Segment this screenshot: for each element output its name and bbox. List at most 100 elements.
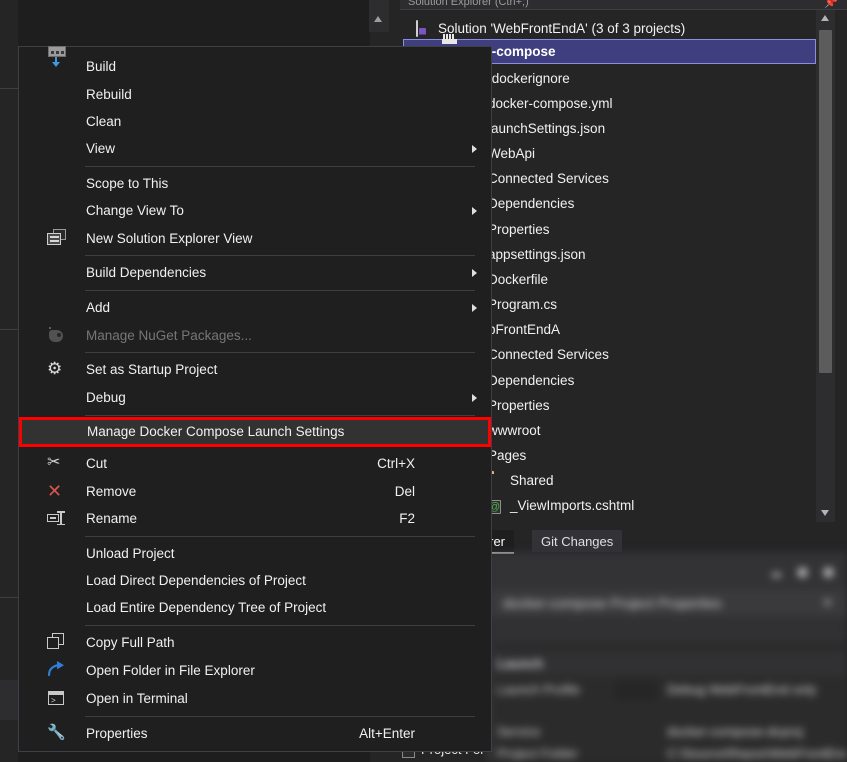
menu-item-debug[interactable]: Debug xyxy=(20,385,491,411)
menu-item-build[interactable]: Build xyxy=(20,54,491,80)
menu-item-shortcut: F2 xyxy=(399,510,415,528)
menu-item-properties[interactable]: 🔧 Properties Alt+Enter xyxy=(20,721,491,747)
solution-explorer-header: Solution Explorer (Ctrl+;) 📌 xyxy=(400,0,847,9)
menu-item-label: Build xyxy=(86,58,116,76)
menu-item-shortcut: Alt+Enter xyxy=(359,725,415,743)
tree-item-label: WebApi xyxy=(488,147,535,161)
tree-item-label: Dependencies xyxy=(488,197,574,211)
menu-item-change-view-to[interactable]: Change View To xyxy=(20,198,491,224)
project-context-menu[interactable]: Build Rebuild Clean View Scope to This C… xyxy=(18,46,492,752)
menu-item-scope-to-this[interactable]: Scope to This xyxy=(20,171,491,197)
properties-row-service[interactable]: Service docker-compose-dcproj xyxy=(487,722,847,744)
menu-item-new-solution-explorer-view[interactable]: New Solution Explorer View xyxy=(20,226,491,252)
menu-item-label: Rebuild xyxy=(86,86,132,104)
build-icon xyxy=(47,57,67,77)
menu-item-label: Scope to This xyxy=(86,175,168,193)
properties-row-value: docker-compose-dcproj xyxy=(667,724,803,739)
chevron-right-icon xyxy=(472,145,477,153)
scroll-up-arrow-icon[interactable] xyxy=(816,10,835,27)
menu-item-label: View xyxy=(86,140,115,158)
menu-item-build-dependencies[interactable]: Build Dependencies xyxy=(20,260,491,286)
tree-item-label: Pages xyxy=(488,449,526,463)
menu-item-label: Add xyxy=(86,299,110,317)
tree-item-properties-2[interactable]: Properties xyxy=(488,393,847,418)
menu-item-label: Open Folder in File Explorer xyxy=(86,662,255,680)
menu-separator xyxy=(85,536,475,537)
menu-item-copy-full-path[interactable]: Copy Full Path xyxy=(20,630,491,656)
tree-item-webapi[interactable]: WebApi xyxy=(488,141,847,166)
wrench-icon: 🔧 xyxy=(47,724,67,744)
maximize-icon[interactable] xyxy=(798,568,807,577)
close-icon[interactable] xyxy=(824,568,833,577)
tree-item-bfrontenda[interactable]: bFrontEndA xyxy=(488,317,847,342)
tree-item-appsettings-json[interactable]: appsettings.json xyxy=(488,242,847,267)
menu-item-rebuild[interactable]: Rebuild xyxy=(20,82,491,108)
properties-row-launch-profile[interactable]: Launch Profile Debug WebFrontEnd only xyxy=(487,680,847,702)
menu-item-label: Manage NuGet Packages... xyxy=(86,327,252,345)
menu-item-label: Load Direct Dependencies of Project xyxy=(86,572,306,590)
menu-item-manage-docker-compose-launch-settings[interactable]: Manage Docker Compose Launch Settings xyxy=(21,419,489,445)
menu-item-clean[interactable]: Clean xyxy=(20,109,491,135)
menu-item-shortcut: Del xyxy=(395,483,415,501)
tree-item-label: appsettings.json xyxy=(488,248,586,262)
menu-separator xyxy=(85,166,475,167)
tree-item-docker-compose-yml[interactable]: docker-compose.yml xyxy=(488,91,847,116)
tree-item-dockerfile[interactable]: Dockerfile xyxy=(488,267,847,292)
tree-item-connected-services-2[interactable]: Connected Services xyxy=(488,342,847,367)
menu-separator xyxy=(85,352,475,353)
menu-item-cut[interactable]: ✂ Cut Ctrl+X xyxy=(20,451,491,477)
menu-item-open-in-terminal[interactable]: >_ Open in Terminal xyxy=(20,686,491,712)
tree-item-wwwroot[interactable]: wwwroot xyxy=(488,418,847,443)
properties-titlebar xyxy=(487,552,847,590)
tree-item-solution[interactable]: Solution 'WebFrontEndA' (3 of 3 projects… xyxy=(416,16,829,41)
tree-item-connected-services-1[interactable]: Connected Services xyxy=(488,166,847,191)
tree-item-program-cs[interactable]: Program.cs xyxy=(488,292,847,317)
editor-scroll-up-icon[interactable] xyxy=(369,8,389,32)
tree-item-viewimports-cshtml[interactable]: @ _ViewImports.cshtml xyxy=(488,493,847,518)
properties-row-label: Launch Profile xyxy=(497,682,580,697)
solution-explorer-title: Solution Explorer (Ctrl+;) xyxy=(408,0,529,8)
tree-item-label: launchSettings.json xyxy=(488,122,605,136)
tree-item-launchsettings-json[interactable]: launchSettings.json xyxy=(488,116,847,141)
scroll-down-arrow-icon[interactable] xyxy=(816,505,835,522)
tab-git-changes[interactable]: Git Changes xyxy=(532,530,622,552)
properties-row-label: Project Folder xyxy=(497,746,578,761)
menu-item-load-entire-dependency-tree[interactable]: Load Entire Dependency Tree of Project xyxy=(20,595,491,621)
menu-item-label: Debug xyxy=(86,389,126,407)
tree-item-pages[interactable]: Pages xyxy=(488,443,847,468)
menu-item-label: Cut xyxy=(86,455,107,473)
strip-chip xyxy=(0,680,18,720)
menu-item-label: Change View To xyxy=(86,202,184,220)
properties-window-title: docker-compose Project Properties xyxy=(503,595,722,611)
solution-tree-scrollbar[interactable] xyxy=(816,10,835,522)
menu-item-rename[interactable]: Rename F2 xyxy=(20,506,491,532)
properties-section-band: Launch xyxy=(487,652,847,676)
new-view-icon xyxy=(47,229,67,249)
tree-item-properties-1[interactable]: Properties xyxy=(488,217,847,242)
menu-item-remove[interactable]: ✕ Remove Del xyxy=(20,479,491,505)
open-folder-icon xyxy=(47,661,67,681)
tree-item-label: Connected Services xyxy=(488,348,609,362)
menu-item-add[interactable]: Add xyxy=(20,295,491,321)
strip-divider-bottom xyxy=(0,597,18,598)
menu-item-unload-project[interactable]: Unload Project xyxy=(20,541,491,567)
menu-item-open-folder-in-file-explorer[interactable]: Open Folder in File Explorer xyxy=(20,658,491,684)
pin-icon[interactable]: 📌 xyxy=(824,0,838,9)
menu-item-view[interactable]: View xyxy=(20,136,491,162)
menu-separator xyxy=(85,255,475,256)
menu-item-load-direct-dependencies[interactable]: Load Direct Dependencies of Project xyxy=(20,568,491,594)
tree-item-label: wwwroot xyxy=(488,424,541,438)
tree-item-shared[interactable]: Shared xyxy=(488,468,847,493)
properties-close-icon[interactable]: ✕ xyxy=(822,595,833,611)
minimize-icon[interactable] xyxy=(772,573,781,577)
tree-item-dockerignore[interactable]: .dockerignore xyxy=(488,66,847,91)
project-properties-window[interactable]: docker-compose Project Properties ✕ Laun… xyxy=(487,552,847,762)
properties-row-project-folder[interactable]: Project Folder C:\Source\Repos\WebFrontE… xyxy=(487,744,847,762)
tree-item-dependencies-2[interactable]: Dependencies xyxy=(488,368,847,393)
editor-scrollbar-track[interactable] xyxy=(369,0,389,8)
tree-item-dependencies-1[interactable]: Dependencies xyxy=(488,191,847,216)
menu-item-label: Copy Full Path xyxy=(86,634,175,652)
menu-item-set-as-startup-project[interactable]: ⚙ Set as Startup Project xyxy=(20,357,491,383)
tree-item-label: Program.cs xyxy=(488,298,557,312)
scrollbar-thumb[interactable] xyxy=(819,30,832,373)
